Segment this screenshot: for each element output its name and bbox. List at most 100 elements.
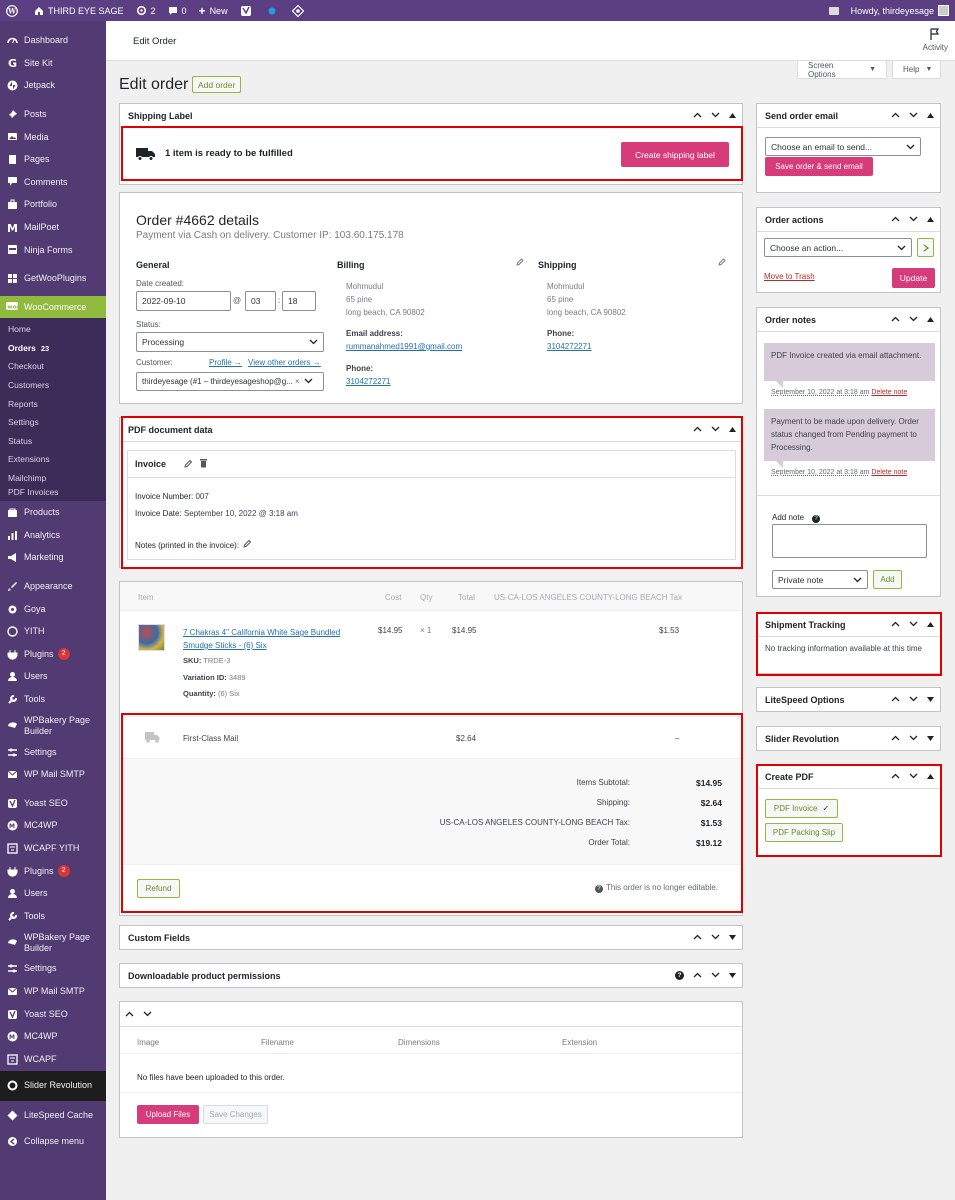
save-changes-button[interactable]: Save Changes <box>203 1105 268 1124</box>
toggle-panel-icon[interactable] <box>729 110 736 120</box>
new-content-link[interactable]: + New <box>199 4 228 18</box>
create-shipping-label-button[interactable]: Create shipping label <box>621 142 729 167</box>
sidebar-item-posts[interactable]: Posts <box>0 103 106 126</box>
send-email-header[interactable]: Send order email <box>757 104 940 128</box>
move-down-icon[interactable] <box>711 932 720 942</box>
submenu-settings[interactable]: Settings <box>0 413 106 432</box>
hour-input[interactable]: 03 <box>245 291 276 311</box>
view-other-orders-link[interactable]: View other orders → <box>248 358 321 367</box>
sidebar-item-analytics[interactable]: Analytics <box>0 524 106 547</box>
move-up-icon[interactable] <box>693 110 702 120</box>
sidebar-item-yith[interactable]: YITH <box>0 620 106 643</box>
add-order-button[interactable]: Add order <box>192 76 242 93</box>
sidebar-item-dashboard[interactable]: Dashboard <box>0 29 106 52</box>
submenu-status[interactable]: Status <box>0 432 106 451</box>
shipment-tracking-header[interactable]: Shipment Tracking <box>757 613 940 637</box>
sidebar-item-woocommerce[interactable]: wooWooCommerce <box>0 295 106 319</box>
sidebar-item-mailpoet[interactable]: M MailPoet <box>0 216 106 239</box>
sidebar-item-marketing[interactable]: Marketing <box>0 547 106 570</box>
move-up-icon[interactable] <box>891 314 900 324</box>
sidebar-item-comments[interactable]: Comments <box>0 171 106 194</box>
help-button[interactable]: Help ▼ <box>892 61 941 79</box>
sidebar-item-settings[interactable]: Settings <box>0 741 106 764</box>
order-action-select[interactable]: Choose an action... <box>764 238 912 257</box>
pdf-data-header[interactable]: PDF document data <box>120 418 742 442</box>
sidebar-item-jetpack[interactable]: Jetpack <box>0 74 106 97</box>
profile-link[interactable]: Profile → <box>209 358 242 367</box>
sidebar-item-yoast-seo[interactable]: Yoast SEO <box>0 1003 106 1026</box>
move-up-icon[interactable] <box>693 932 702 942</box>
help-icon[interactable]: ? <box>675 970 684 980</box>
move-down-icon[interactable] <box>909 314 918 324</box>
site-name-link[interactable]: THIRD EYE SAGE <box>34 6 124 16</box>
delete-note-link[interactable]: Delete note <box>871 389 907 396</box>
move-down-icon[interactable] <box>909 771 918 781</box>
note-type-select[interactable]: Private note <box>772 570 868 589</box>
sidebar-item-products[interactable]: Products <box>0 501 106 524</box>
shipping-label-header[interactable]: Shipping Label <box>120 104 742 128</box>
billing-email-link[interactable]: rummanahmed1991@gmail.com <box>346 342 462 351</box>
billing-phone-link[interactable]: 3104272271 <box>346 377 391 386</box>
save-send-email-button[interactable]: Save order & send email <box>765 157 873 176</box>
sidebar-item-pages[interactable]: Pages <box>0 148 106 171</box>
pdf-packing-slip-button[interactable]: PDF Packing Slip <box>765 823 843 842</box>
move-up-icon[interactable] <box>693 970 702 980</box>
move-down-icon[interactable] <box>711 970 720 980</box>
sidebar-item-appearance[interactable]: Appearance <box>0 575 106 598</box>
order-actions-header[interactable]: Order actions <box>757 208 940 232</box>
move-down-icon[interactable] <box>909 214 918 224</box>
litespeed-header[interactable]: LiteSpeed Options <box>757 688 940 711</box>
sidebar-item-collapse-menu[interactable]: Collapse menu <box>0 1131 106 1154</box>
sidebar-item-plugins[interactable]: Plugins 2 <box>0 643 106 666</box>
submenu-orders[interactable]: Orders 23 <box>0 339 106 358</box>
status-select[interactable]: Processing <box>136 332 324 352</box>
toggle-panel-icon[interactable] <box>729 424 736 434</box>
toggle-panel-icon[interactable] <box>729 932 736 942</box>
submenu-home[interactable]: Home <box>0 320 106 339</box>
slider-revolution-header[interactable]: Slider Revolution <box>757 727 940 750</box>
move-down-icon[interactable] <box>143 1009 152 1019</box>
sidebar-item-wp-mail-smtp[interactable]: WP Mail SMTP <box>0 763 106 786</box>
edit-invoice-pencil-icon[interactable] <box>184 459 193 470</box>
edit-shipping-pencil-icon[interactable] <box>718 258 726 268</box>
move-up-icon[interactable] <box>891 771 900 781</box>
howdy-text[interactable]: Howdy, thirdeyesage <box>851 6 934 16</box>
email-select[interactable]: Choose an email to send... <box>765 137 921 156</box>
edit-billing-pencil-icon[interactable] <box>516 258 524 268</box>
sidebar-item-ninja-forms[interactable]: Ninja Forms <box>0 238 106 261</box>
screen-options-button[interactable]: Screen Options ▼ <box>797 61 887 79</box>
sidebar-item-mc4wp[interactable]: M MC4WP <box>0 1025 106 1048</box>
customer-select[interactable]: thirdeyesage (#1 – thirdeyesageshop@g...… <box>136 372 324 391</box>
delete-note-link[interactable]: Delete note <box>871 469 907 476</box>
submenu-customers[interactable]: Customers <box>0 376 106 395</box>
edit-notes-pencil-icon[interactable] <box>243 539 252 550</box>
toggle-panel-icon[interactable] <box>927 214 934 224</box>
sidebar-item-media[interactable]: Media <box>0 125 106 148</box>
move-down-icon[interactable] <box>909 733 918 743</box>
pdf-invoice-button[interactable]: PDF Invoice ✓ <box>765 799 838 818</box>
add-note-button[interactable]: Add <box>873 570 902 589</box>
clear-icon[interactable]: × <box>295 377 300 386</box>
shipping-phone-link[interactable]: 3104272271 <box>547 342 592 351</box>
move-up-icon[interactable] <box>125 1009 134 1019</box>
sidebar-item-getwooplugins[interactable]: GetWooPlugins <box>0 267 106 290</box>
comments-link[interactable]: 0 <box>168 6 187 16</box>
move-up-icon[interactable] <box>891 214 900 224</box>
activity-button[interactable]: Activity <box>923 28 948 52</box>
toggle-panel-icon[interactable] <box>927 771 934 781</box>
submenu-mailchimp[interactable]: Mailchimp <box>0 469 106 488</box>
sidebar-item-goya[interactable]: Goya <box>0 598 106 621</box>
toggle-panel-icon[interactable] <box>729 970 736 980</box>
sidebar-item-litespeed-cache[interactable]: LiteSpeed Cache <box>0 1101 106 1131</box>
sidebar-item-slider-revolution[interactable]: Slider Revolution <box>0 1070 106 1101</box>
diamond-plugin-icon[interactable] <box>291 4 308 17</box>
yoast-bar-icon[interactable] <box>240 5 256 17</box>
status-dot-icon[interactable] <box>268 7 280 15</box>
sidebar-item-plugins[interactable]: Plugins 2 <box>0 860 106 883</box>
sidebar-item-wpbakery-page-builder[interactable]: WPBakery Page Builder <box>0 928 106 958</box>
submenu-extensions[interactable]: Extensions <box>0 450 106 469</box>
avatar[interactable] <box>938 5 949 16</box>
minute-input[interactable]: 18 <box>282 291 316 311</box>
sidebar-item-tools[interactable]: Tools <box>0 905 106 928</box>
order-notes-header[interactable]: Order notes <box>757 308 940 332</box>
